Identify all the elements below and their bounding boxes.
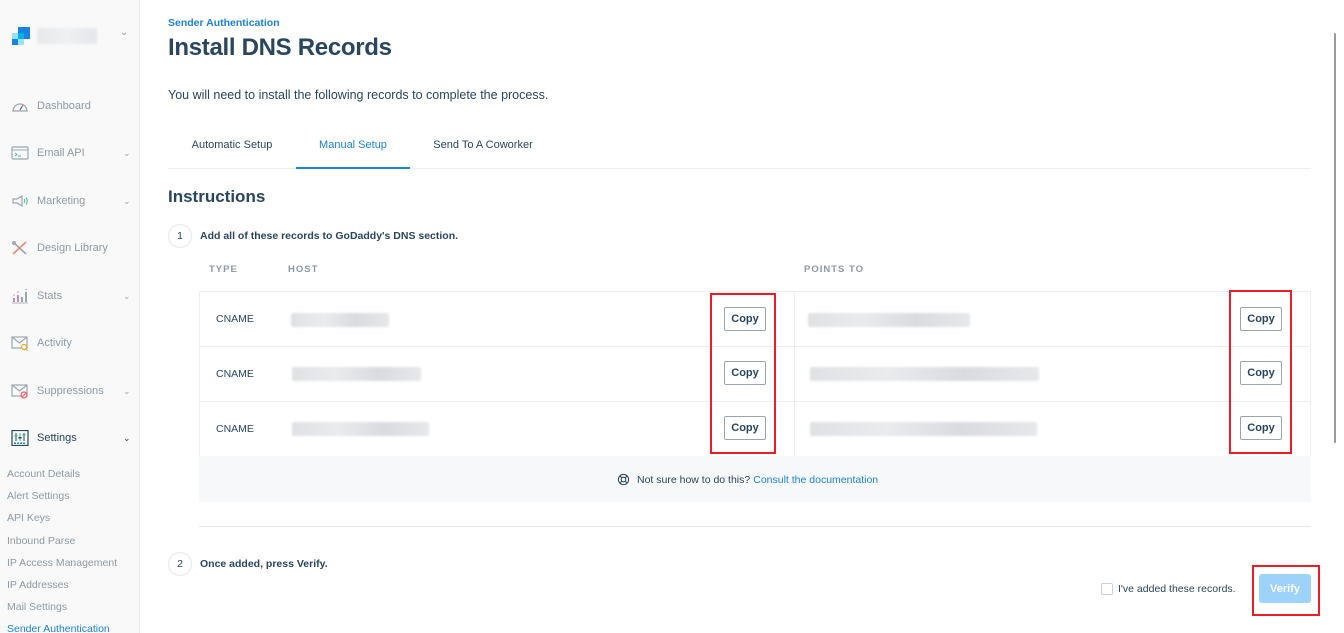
chevron-down-icon: ⌄ bbox=[123, 432, 131, 443]
megaphone-icon bbox=[12, 194, 28, 208]
documentation-link[interactable]: Consult the documentation bbox=[753, 474, 878, 486]
copy-points-to-button[interactable]: Copy bbox=[1240, 307, 1282, 331]
records-added-checkbox[interactable] bbox=[1101, 583, 1113, 595]
sidebar-item-dashboard[interactable]: Dashboard bbox=[0, 94, 140, 118]
sidebar-item-stats[interactable]: Stats ⌄ bbox=[0, 284, 140, 308]
copy-host-button[interactable]: Copy bbox=[724, 361, 766, 385]
settings-sliders-icon bbox=[11, 430, 29, 446]
sidebar-subitem-ip-access-management[interactable]: IP Access Management bbox=[7, 557, 117, 569]
help-bar: Not sure how to do this? Consult the doc… bbox=[199, 456, 1311, 502]
table-row: CNAME Copy Copy bbox=[200, 347, 1310, 402]
column-divider bbox=[794, 292, 795, 346]
copy-points-to-button[interactable]: Copy bbox=[1240, 416, 1282, 440]
page-scrollbar[interactable] bbox=[1334, 33, 1336, 443]
host-value-redacted bbox=[292, 367, 421, 381]
record-type: CNAME bbox=[216, 423, 254, 435]
sidebar-item-label: Stats bbox=[37, 290, 63, 302]
chevron-down-icon: ⌄ bbox=[123, 290, 131, 301]
table-row: CNAME Copy Copy bbox=[200, 292, 1310, 347]
copy-points-to-button[interactable]: Copy bbox=[1240, 361, 1282, 385]
sidebar-subitem-sender-authentication[interactable]: Sender Authentication bbox=[7, 623, 110, 633]
sidebar: ⌄ Dashboard Email API ⌄ Marketing ⌄ Desi… bbox=[0, 0, 140, 633]
breadcrumb[interactable]: Sender Authentication bbox=[168, 17, 280, 29]
design-tools-icon bbox=[12, 241, 27, 255]
brand-logo-icon bbox=[11, 27, 31, 47]
step-2-badge: 2 bbox=[168, 552, 192, 576]
points-to-value-redacted bbox=[808, 313, 970, 327]
intro-text: You will need to install the following r… bbox=[168, 88, 549, 102]
tab-send-to-coworker[interactable]: Send To A Coworker bbox=[418, 128, 548, 169]
sidebar-subitem-mail-settings[interactable]: Mail Settings bbox=[7, 601, 67, 613]
column-header-points-to: POINTS TO bbox=[804, 264, 865, 275]
step-1-text: Add all of these records to GoDaddy's DN… bbox=[200, 230, 459, 242]
host-value-redacted bbox=[292, 422, 429, 436]
points-to-value-redacted bbox=[810, 422, 1037, 436]
column-header-host: HOST bbox=[288, 264, 319, 275]
instructions-heading: Instructions bbox=[168, 187, 266, 206]
sidebar-item-email-api[interactable]: Email API ⌄ bbox=[0, 141, 140, 165]
sidebar-subitem-ip-addresses[interactable]: IP Addresses bbox=[7, 579, 69, 591]
help-text: Not sure how to do this? bbox=[637, 473, 751, 486]
sidebar-item-marketing[interactable]: Marketing ⌄ bbox=[0, 189, 140, 213]
sidebar-item-label: Dashboard bbox=[37, 100, 91, 112]
sidebar-item-activity[interactable]: Activity bbox=[0, 331, 140, 355]
account-name-redacted bbox=[37, 28, 97, 44]
dashboard-gauge-icon bbox=[12, 103, 28, 112]
step-2-text: Once added, press Verify. bbox=[200, 558, 328, 570]
record-type: CNAME bbox=[216, 313, 254, 325]
sidebar-item-label: Suppressions bbox=[37, 385, 104, 397]
sidebar-subitem-alert-settings[interactable]: Alert Settings bbox=[7, 490, 69, 502]
checkbox-label-text: I've added these records. bbox=[1118, 583, 1236, 595]
sidebar-item-settings[interactable]: Settings ⌄ bbox=[0, 426, 140, 450]
sidebar-subitem-api-keys[interactable]: API Keys bbox=[7, 512, 50, 524]
records-added-checkbox-label[interactable]: I've added these records. bbox=[1101, 583, 1236, 595]
envelope-search-icon bbox=[11, 336, 28, 351]
sidebar-subitem-account-details[interactable]: Account Details bbox=[7, 468, 80, 480]
dns-records-table: CNAME Copy Copy CNAME Copy Copy CNAME Co… bbox=[199, 291, 1311, 458]
bar-stats-icon bbox=[12, 288, 28, 304]
record-type: CNAME bbox=[216, 368, 254, 380]
copy-host-button[interactable]: Copy bbox=[724, 307, 766, 331]
sidebar-item-label: Design Library bbox=[37, 242, 108, 254]
sidebar-item-label: Settings bbox=[37, 432, 77, 444]
lifebuoy-help-icon bbox=[617, 473, 630, 486]
points-to-value-redacted bbox=[810, 367, 1039, 381]
setup-tabs: Automatic Setup Manual Setup Send To A C… bbox=[168, 128, 1311, 169]
table-row: CNAME Copy Copy bbox=[200, 402, 1310, 457]
sidebar-item-label: Activity bbox=[37, 337, 72, 349]
step-1-badge: 1 bbox=[168, 224, 192, 248]
sidebar-item-design-library[interactable]: Design Library bbox=[0, 236, 140, 260]
column-header-type: TYPE bbox=[209, 264, 238, 275]
verify-button[interactable]: Verify bbox=[1259, 574, 1311, 603]
section-divider bbox=[199, 526, 1311, 527]
page-title: Install DNS Records bbox=[168, 34, 392, 61]
tab-manual-setup[interactable]: Manual Setup bbox=[296, 128, 410, 169]
sidebar-item-suppressions[interactable]: Suppressions ⌄ bbox=[0, 379, 140, 403]
column-divider bbox=[794, 402, 795, 457]
chevron-down-icon: ⌄ bbox=[123, 195, 131, 206]
account-switcher[interactable]: ⌄ bbox=[11, 27, 136, 47]
email-api-terminal-icon bbox=[11, 146, 29, 160]
sidebar-item-label: Email API bbox=[37, 147, 85, 159]
chevron-down-icon: ⌄ bbox=[123, 147, 131, 158]
tab-automatic-setup[interactable]: Automatic Setup bbox=[168, 128, 296, 169]
sidebar-item-label: Marketing bbox=[37, 195, 86, 207]
column-divider bbox=[794, 347, 795, 401]
host-value-redacted bbox=[291, 313, 389, 327]
chevron-down-icon: ⌄ bbox=[123, 385, 131, 396]
copy-host-button[interactable]: Copy bbox=[724, 416, 766, 440]
chevron-down-icon: ⌄ bbox=[120, 27, 129, 38]
sidebar-subitem-inbound-parse[interactable]: Inbound Parse bbox=[7, 535, 75, 547]
envelope-blocked-icon bbox=[11, 384, 28, 399]
